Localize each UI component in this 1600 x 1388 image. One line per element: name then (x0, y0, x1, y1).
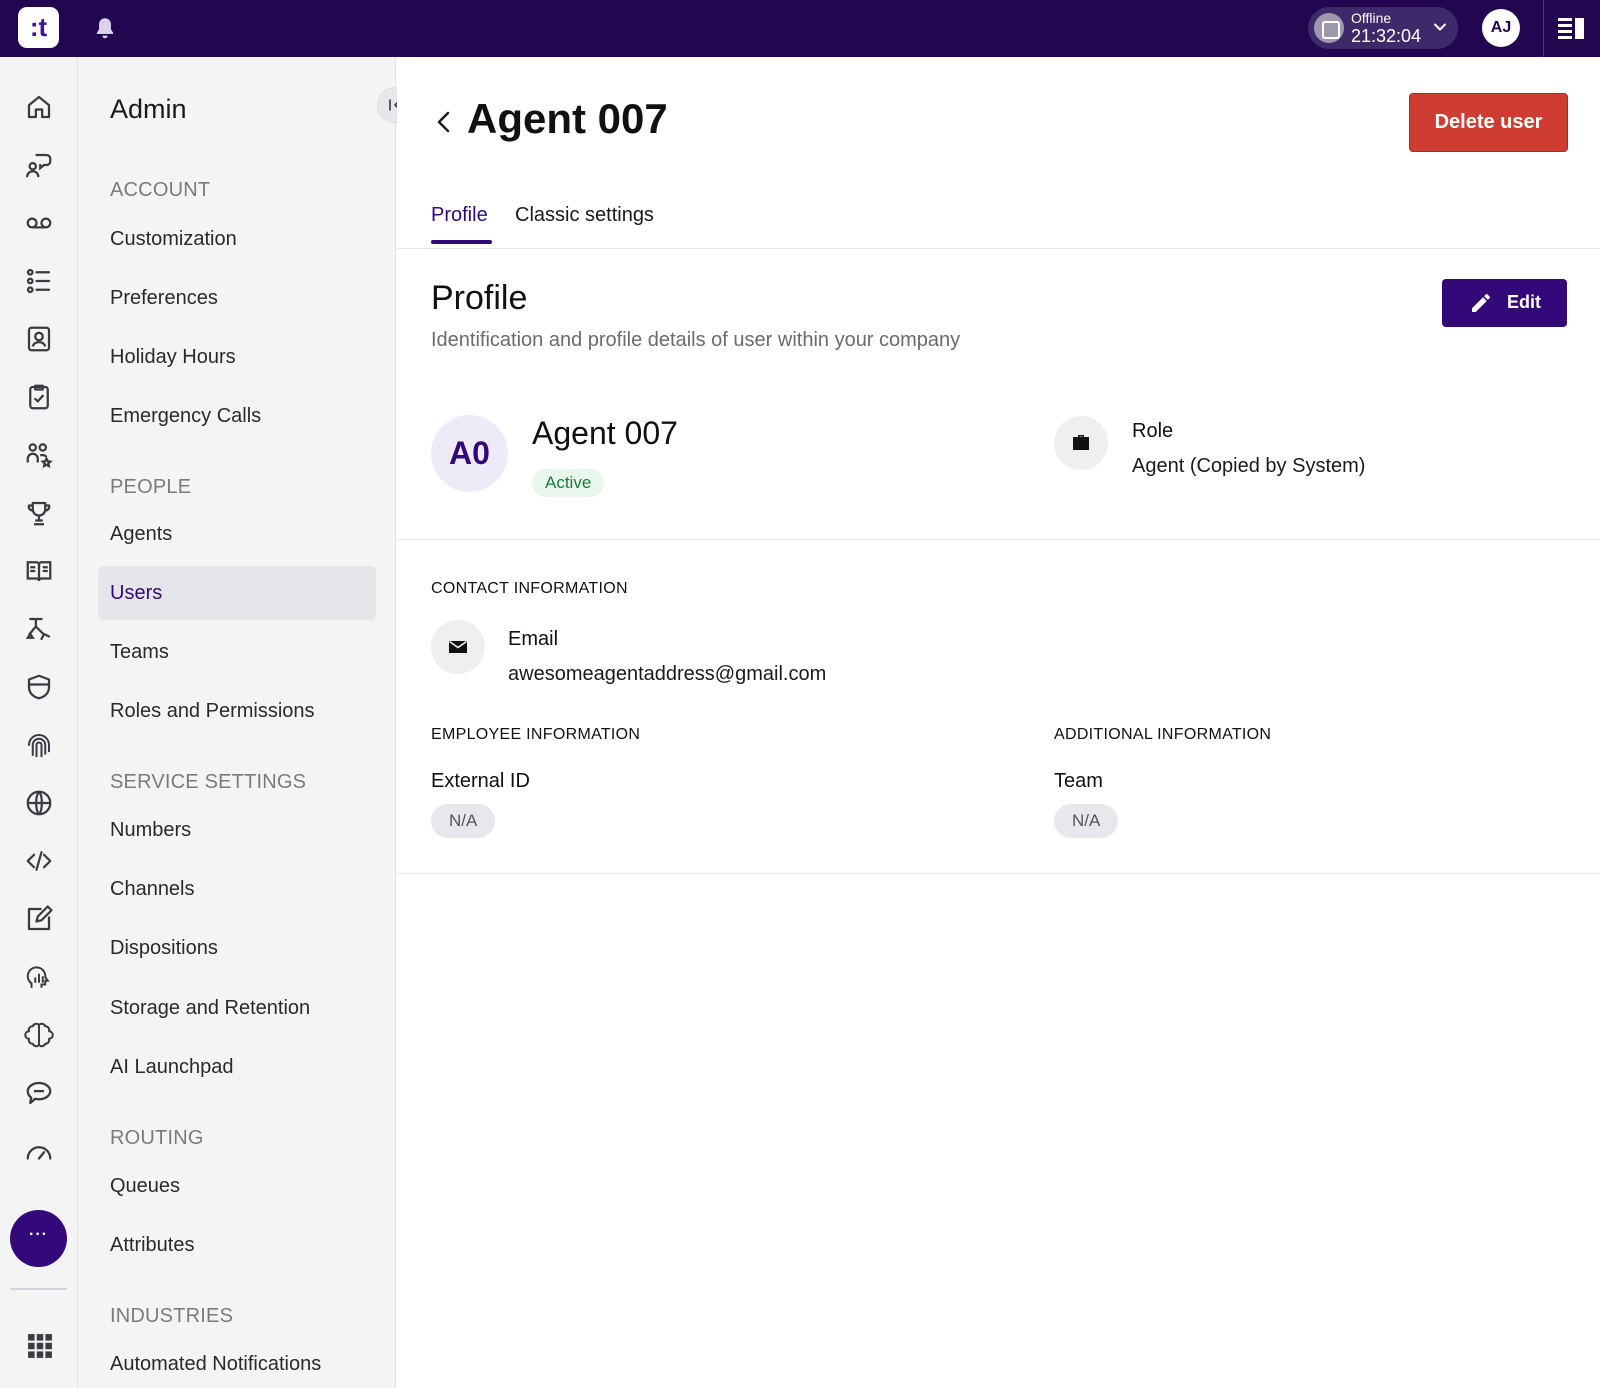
side-panel-icon[interactable] (1557, 15, 1585, 41)
role-icon-circle (1054, 416, 1108, 470)
briefcase-icon (1073, 435, 1089, 450)
sidebar-item-channels[interactable]: Channels (98, 862, 376, 916)
sidebar-item-users[interactable]: Users (98, 566, 376, 620)
profile-divider (397, 539, 1600, 540)
back-chevron-icon[interactable] (433, 109, 455, 135)
email-value: awesomeagentaddress@gmail.com (508, 663, 827, 685)
code-icon[interactable] (22, 844, 56, 878)
rail-divider (10, 1288, 67, 1290)
delete-user-button[interactable]: Delete user (1409, 93, 1568, 152)
list-icon[interactable] (22, 264, 56, 298)
main-content: Agent 007 Delete user Profile Classic se… (397, 57, 1600, 1388)
status-label: Offline (1351, 10, 1392, 26)
tab-profile[interactable]: Profile (431, 204, 488, 227)
tab-classic-settings[interactable]: Classic settings (515, 204, 654, 227)
sidebar-title: Admin (110, 94, 187, 124)
people-star-icon[interactable] (22, 438, 56, 472)
sidebar-item-customization[interactable]: Customization (98, 212, 376, 266)
info-divider (397, 873, 1600, 874)
section-heading-service-settings: SERVICE SETTINGS (110, 771, 307, 793)
section-heading-people: PEOPLE (110, 476, 192, 498)
pencil-icon (1472, 293, 1490, 312)
sidebar-item-dispositions[interactable]: Dispositions (98, 921, 376, 975)
home-icon[interactable] (22, 90, 56, 124)
active-tab-indicator (431, 240, 492, 244)
user-avatar[interactable]: AJ (1482, 9, 1520, 47)
top-bar: :t Offline 21:32:04 AJ (0, 0, 1600, 57)
sidebar-item-preferences[interactable]: Preferences (98, 271, 376, 325)
sidebar-item-attributes[interactable]: Attributes (98, 1218, 376, 1272)
profile-avatar: A0 (431, 415, 508, 492)
edit-square-icon[interactable] (22, 902, 56, 936)
app-logo[interactable]: :t (18, 7, 59, 48)
chevron-down-icon (1434, 23, 1446, 31)
topbar-divider (1543, 0, 1544, 57)
sidebar-item-teams[interactable]: Teams (98, 625, 376, 679)
tabs-divider (397, 248, 1600, 249)
sidebar-item-roles-and-permissions[interactable]: Roles and Permissions (98, 684, 376, 738)
sidebar-item-numbers[interactable]: Numbers (98, 803, 376, 857)
voicemail-icon[interactable] (22, 206, 56, 240)
role-label: Role (1132, 420, 1174, 442)
edit-label: Edit (1507, 292, 1541, 312)
admin-sidebar: Admin ACCOUNT Customization Preferences … (78, 57, 396, 1388)
flow-icon[interactable] (22, 612, 56, 646)
edit-profile-button[interactable]: Edit (1442, 279, 1567, 327)
conversation-icon[interactable] (22, 148, 56, 182)
sidebar-item-agents[interactable]: Agents (98, 507, 376, 561)
sidebar-item-queues[interactable]: Queues (98, 1159, 376, 1213)
status-badge: Active (532, 469, 605, 497)
role-value: Agent (Copied by System) (1132, 455, 1366, 477)
profile-section-title: Profile (431, 279, 528, 317)
team-chip: N/A (1054, 804, 1119, 838)
sidebar-item-holiday-hours[interactable]: Holiday Hours (98, 330, 376, 384)
profile-section-subtitle: Identification and profile details of us… (431, 329, 961, 351)
status-timer: 21:32:04 (1351, 26, 1422, 46)
brain-icon[interactable] (22, 1018, 56, 1052)
additional-info-heading: ADDITIONAL INFORMATION (1054, 726, 1272, 743)
fingerprint-icon[interactable] (22, 728, 56, 762)
profile-name: Agent 007 (532, 415, 678, 451)
external-id-label: External ID (431, 770, 530, 792)
team-label: Team (1054, 770, 1103, 792)
presence-status-selector[interactable]: Offline 21:32:04 (1308, 7, 1458, 49)
bell-icon[interactable] (92, 15, 118, 41)
employee-info-heading: EMPLOYEE INFORMATION (431, 726, 641, 743)
section-heading-routing: ROUTING (110, 1127, 204, 1149)
page-title: Agent 007 (467, 95, 668, 142)
book-icon[interactable] (22, 554, 56, 588)
shield-icon[interactable] (22, 670, 56, 704)
section-heading-account: ACCOUNT (110, 179, 211, 201)
trophy-icon[interactable] (22, 496, 56, 530)
sidebar-item-storage-and-retention[interactable]: Storage and Retention (98, 981, 376, 1035)
email-icon-circle (431, 620, 485, 674)
clipboard-check-icon[interactable] (22, 380, 56, 414)
icon-rail: ··· (0, 57, 78, 1388)
sidebar-item-automated-notifications[interactable]: Automated Notifications (98, 1337, 376, 1388)
app-grid-icon[interactable] (27, 1333, 53, 1359)
sidebar-item-ai-launchpad[interactable]: AI Launchpad (98, 1040, 376, 1094)
external-id-chip: N/A (431, 804, 496, 838)
gauge-icon[interactable] (22, 1134, 56, 1168)
envelope-icon (449, 640, 467, 653)
contacts-icon[interactable] (22, 322, 56, 356)
email-label: Email (508, 628, 559, 650)
analytics-head-icon[interactable] (22, 960, 56, 994)
globe-icon[interactable] (22, 786, 56, 820)
sidebar-item-emergency-calls[interactable]: Emergency Calls (98, 389, 376, 443)
offline-status-icon (1314, 13, 1344, 43)
more-apps-button[interactable]: ··· (10, 1210, 67, 1267)
contact-info-heading: CONTACT INFORMATION (431, 580, 628, 597)
chat-bubble-icon[interactable] (22, 1076, 56, 1110)
section-heading-industries: INDUSTRIES (110, 1305, 234, 1327)
